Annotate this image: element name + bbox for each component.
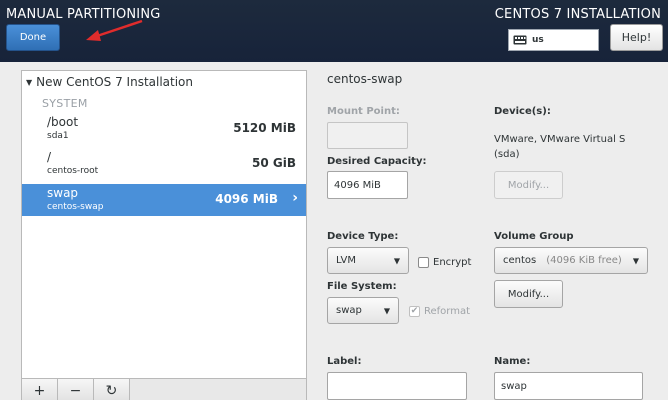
- device-type-dropdown[interactable]: LVM ▼: [327, 247, 409, 274]
- name-field-label: Name:: [494, 356, 531, 367]
- keyboard-icon: [513, 35, 527, 45]
- label-input[interactable]: [327, 372, 467, 400]
- label-field-label: Label:: [327, 356, 362, 367]
- remove-partition-button[interactable]: −: [58, 379, 94, 400]
- help-button[interactable]: Help!: [610, 24, 663, 51]
- desired-capacity-input[interactable]: 4096 MiB: [327, 171, 408, 199]
- partition-name: /: [47, 150, 52, 164]
- caret-down-icon: ▼: [632, 256, 639, 265]
- device-type-value: LVM: [336, 255, 356, 266]
- partition-device: sda1: [47, 131, 69, 141]
- selected-partition-title: centos-swap: [327, 72, 403, 86]
- partition-list-panel: ▼ New CentOS 7 Installation SYSTEM /boot…: [21, 70, 307, 400]
- done-button[interactable]: Done: [6, 24, 60, 51]
- mount-point-label: Mount Point:: [327, 106, 400, 117]
- partition-name: /boot: [47, 115, 79, 129]
- installation-heading: New CentOS 7 Installation: [36, 75, 194, 89]
- partition-row-swap[interactable]: swap centos-swap 4096 MiB ›: [22, 184, 306, 216]
- desired-capacity-label: Desired Capacity:: [327, 156, 427, 167]
- modify-devices-button[interactable]: Modify...: [494, 171, 563, 199]
- annotation-arrow-icon: [86, 19, 143, 41]
- reformat-checkbox[interactable]: ✔ Reformat: [409, 306, 470, 317]
- top-header: MANUAL PARTITIONING CENTOS 7 INSTALLATIO…: [0, 0, 668, 62]
- add-partition-button[interactable]: +: [22, 379, 58, 400]
- partition-device: centos-swap: [47, 202, 104, 212]
- partition-row-boot[interactable]: /boot sda1 5120 MiB: [22, 113, 306, 145]
- refresh-button[interactable]: ↻: [94, 379, 130, 400]
- volume-group-label: Volume Group: [494, 231, 574, 242]
- system-group-label: SYSTEM: [42, 97, 88, 110]
- installation-tree-header[interactable]: ▼ New CentOS 7 Installation: [26, 75, 193, 89]
- volume-group-dropdown[interactable]: centos (4096 KiB free) ▼: [494, 247, 648, 274]
- file-system-dropdown[interactable]: swap ▼: [327, 297, 399, 324]
- keyboard-layout-indicator[interactable]: us: [508, 29, 599, 51]
- partition-size: 5120 MiB: [233, 121, 296, 135]
- partition-toolbar: + − ↻: [22, 378, 306, 400]
- mount-point-input[interactable]: [327, 122, 408, 149]
- file-system-label: File System:: [327, 281, 397, 292]
- checkbox-icon: [418, 257, 429, 268]
- chevron-right-icon: ›: [292, 190, 298, 206]
- partition-row-root[interactable]: / centos-root 50 GiB: [22, 148, 306, 180]
- expand-triangle-icon: ▼: [26, 77, 33, 87]
- partition-name: swap: [47, 186, 79, 200]
- caret-down-icon: ▼: [393, 256, 400, 265]
- keyboard-layout-label: us: [532, 35, 544, 45]
- caret-down-icon: ▼: [383, 306, 390, 315]
- modify-volume-group-button[interactable]: Modify...: [494, 280, 563, 308]
- partition-size: 50 GiB: [252, 156, 296, 170]
- encrypt-checkbox[interactable]: Encrypt: [418, 257, 471, 268]
- device-type-label: Device Type:: [327, 231, 399, 242]
- partition-size: 4096 MiB: [215, 192, 278, 206]
- volume-group-free: (4096 KiB free): [546, 255, 622, 266]
- encrypt-label: Encrypt: [433, 257, 472, 268]
- name-input[interactable]: swap: [494, 372, 643, 400]
- devices-value: VMware, VMware Virtual S (sda): [494, 134, 626, 160]
- partition-device: centos-root: [47, 166, 99, 176]
- devices-label: Device(s):: [494, 106, 551, 117]
- file-system-value: swap: [336, 305, 362, 316]
- checkmark-icon: ✔: [409, 306, 420, 317]
- reformat-label: Reformat: [424, 306, 471, 317]
- product-title: CENTOS 7 INSTALLATION: [494, 7, 661, 22]
- volume-group-name: centos: [503, 255, 537, 266]
